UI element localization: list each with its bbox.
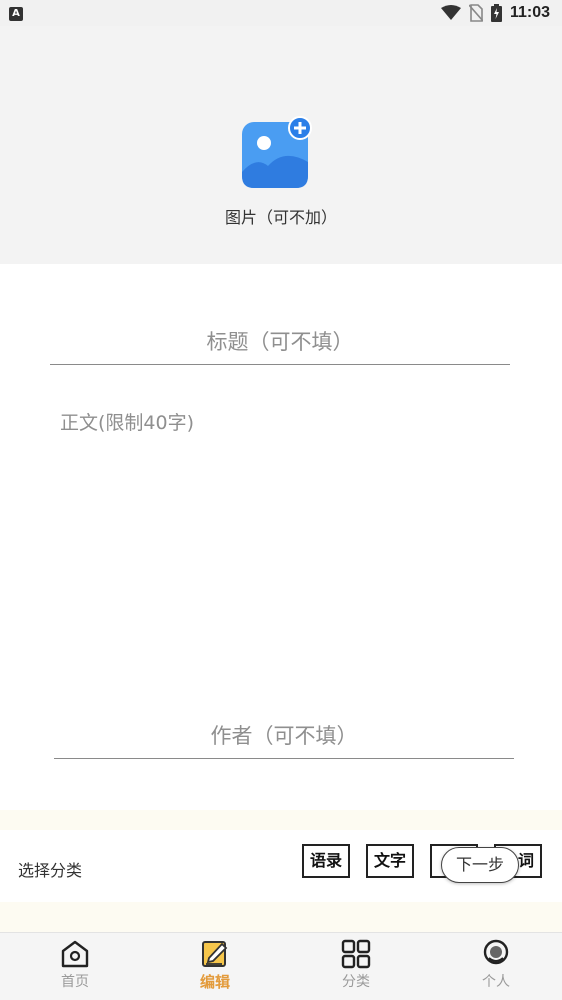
title-input[interactable] bbox=[50, 320, 510, 365]
category-option-quotes[interactable]: 语录 bbox=[302, 844, 350, 878]
status-right: 11:03 bbox=[440, 3, 550, 23]
nav-item-home[interactable]: 首页 bbox=[25, 939, 125, 997]
nav-label-edit: 编辑 bbox=[199, 973, 230, 991]
nav-item-profile[interactable]: 个人 bbox=[446, 939, 546, 997]
divider-band-bottom bbox=[0, 902, 562, 932]
nav-label-category: 分类 bbox=[342, 974, 370, 990]
category-option-text[interactable]: 文字 bbox=[366, 844, 414, 878]
battery-charging-icon bbox=[490, 4, 502, 22]
image-picker[interactable]: 图片（可不加） bbox=[0, 26, 562, 264]
edit-icon bbox=[202, 941, 228, 967]
nav-label-profile: 个人 bbox=[482, 974, 510, 990]
person-icon bbox=[483, 939, 509, 965]
category-label: 选择分类 bbox=[18, 861, 83, 880]
no-sim-icon bbox=[468, 4, 483, 22]
image-add-icon[interactable] bbox=[240, 116, 315, 191]
nav-label-home: 首页 bbox=[61, 974, 89, 990]
app-notification-icon: A bbox=[9, 7, 23, 21]
author-input[interactable] bbox=[54, 714, 514, 759]
home-icon bbox=[61, 940, 89, 968]
body-textarea[interactable] bbox=[60, 408, 510, 688]
nav-item-edit[interactable]: 编辑 bbox=[165, 939, 265, 997]
next-step-button[interactable]: 下一步 bbox=[441, 847, 519, 883]
bottom-nav: 首页 编辑 分类 个人 bbox=[0, 932, 562, 1000]
nav-item-category[interactable]: 分类 bbox=[306, 939, 406, 997]
status-bar: A 11:03 bbox=[0, 0, 562, 26]
category-bar: 选择分类 语录 文字 词 下一步 bbox=[0, 830, 562, 902]
divider-band bbox=[0, 810, 562, 830]
image-picker-label: 图片（可不加） bbox=[224, 208, 337, 227]
wifi-icon bbox=[440, 5, 461, 20]
grid-icon bbox=[341, 939, 371, 969]
status-time: 11:03 bbox=[509, 4, 550, 21]
